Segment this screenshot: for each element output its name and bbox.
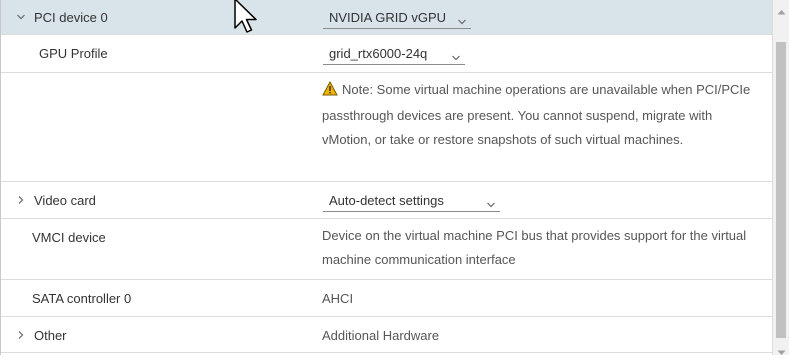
scroll-down-arrow-icon[interactable] (777, 344, 786, 355)
chevron-down-icon[interactable] (16, 12, 26, 22)
scroll-up-arrow-icon[interactable] (777, 3, 786, 15)
pci-device-row[interactable]: PCI device 0 NVIDIA GRID vGPU (1, 0, 772, 35)
other-row[interactable]: Other Additional Hardware (1, 317, 772, 353)
other-label: Other (34, 328, 67, 343)
vm-hardware-panel: PCI device 0 NVIDIA GRID vGPU GPU Profil… (0, 0, 772, 355)
gpu-profile-row: GPU Profile grid_rtx6000-24q (1, 35, 772, 73)
pci-device-label: PCI device 0 (34, 10, 108, 25)
vertical-scrollbar[interactable] (772, 0, 789, 355)
video-card-label: Video card (34, 193, 96, 208)
vmci-device-row: VMCI device Device on the virtual machin… (1, 219, 772, 280)
mouse-pointer-icon (233, 0, 261, 39)
sata-controller-value: AHCI (322, 291, 354, 306)
pci-device-type-value: NVIDIA GRID vGPU (329, 10, 447, 25)
caret-down-icon (486, 197, 496, 208)
passthrough-note: Note: Some virtual machine operations ar… (322, 78, 762, 152)
other-value: Additional Hardware (322, 328, 440, 343)
chevron-right-icon[interactable] (16, 330, 26, 340)
sata-controller-label: SATA controller 0 (32, 291, 132, 306)
passthrough-note-text: Note: Some virtual machine operations ar… (322, 82, 751, 147)
sata-controller-row: SATA controller 0 AHCI (1, 280, 772, 317)
gpu-profile-label: GPU Profile (39, 46, 108, 61)
video-card-select[interactable]: Auto-detect settings (323, 190, 500, 212)
vmci-device-label: VMCI device (32, 230, 106, 245)
gpu-profile-select[interactable]: grid_rtx6000-24q (323, 43, 465, 65)
passthrough-note-row: Note: Some virtual machine operations ar… (1, 73, 772, 182)
caret-down-icon (457, 14, 467, 25)
pci-device-type-select[interactable]: NVIDIA GRID vGPU (323, 7, 471, 29)
video-card-value: Auto-detect settings (329, 193, 444, 208)
warning-icon (322, 80, 338, 104)
vmci-device-description: Device on the virtual machine PCI bus th… (322, 228, 747, 267)
video-card-row[interactable]: Video card Auto-detect settings (1, 182, 772, 219)
scrollbar-thumb[interactable] (776, 42, 786, 338)
caret-down-icon (451, 50, 461, 61)
gpu-profile-value: grid_rtx6000-24q (329, 46, 428, 61)
chevron-right-icon[interactable] (16, 195, 26, 205)
